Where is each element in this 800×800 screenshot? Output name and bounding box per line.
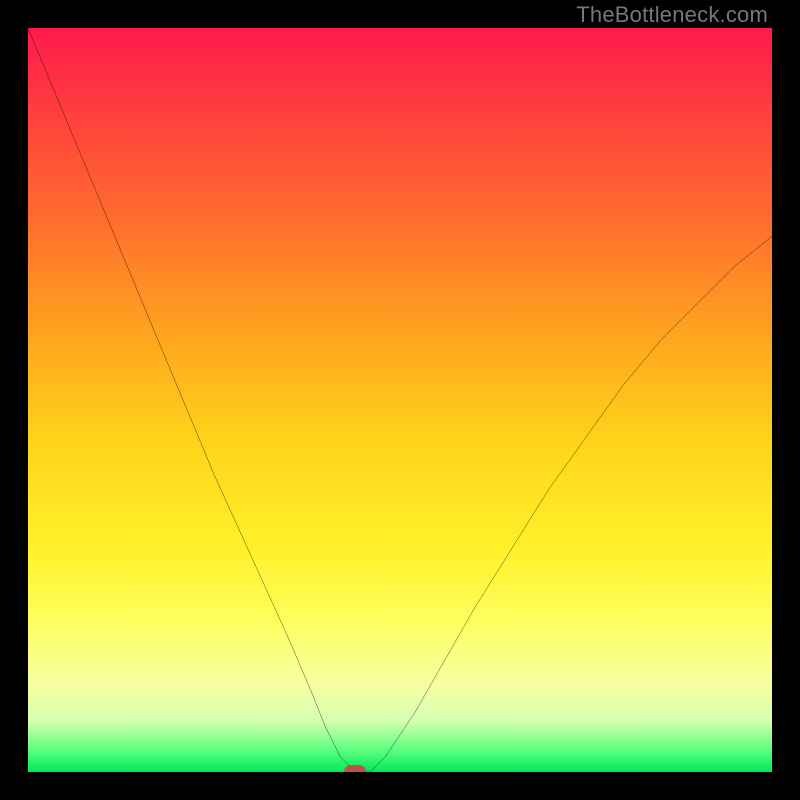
- bottleneck-curve: [28, 28, 772, 772]
- plot-area: [28, 28, 772, 772]
- watermark-text: TheBottleneck.com: [576, 2, 768, 28]
- optimal-marker: [344, 765, 366, 772]
- curve-path: [28, 28, 772, 772]
- chart-frame: TheBottleneck.com: [0, 0, 800, 800]
